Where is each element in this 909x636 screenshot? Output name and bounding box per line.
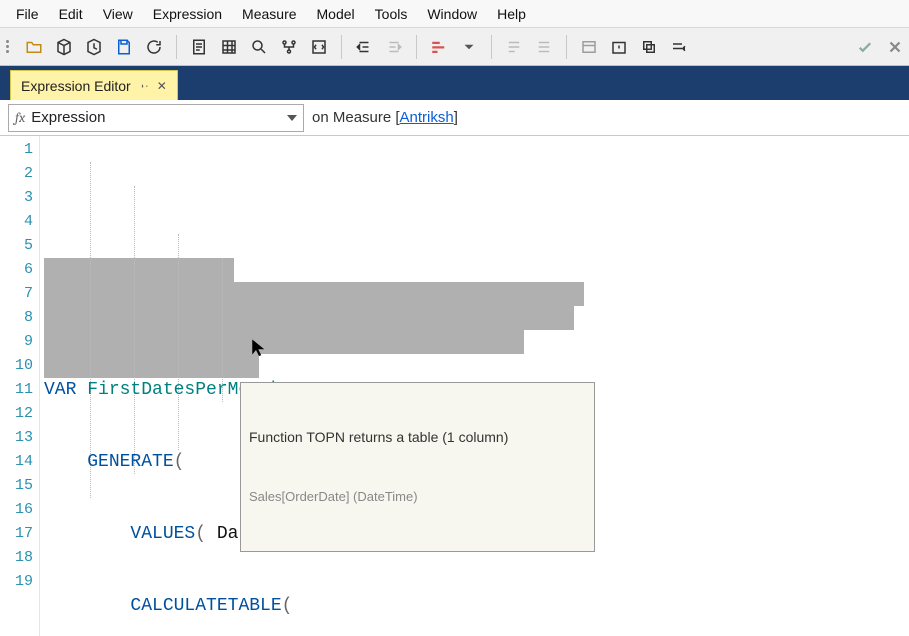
- tab-strip: Expression Editor ✕: [0, 66, 909, 100]
- toolbar-separator: [176, 35, 177, 59]
- context-label: on Measure [Antriksh]: [312, 109, 458, 126]
- menu-edit[interactable]: Edit: [49, 3, 93, 25]
- menu-expression[interactable]: Expression: [143, 3, 232, 25]
- toolbar-separator: [341, 35, 342, 59]
- tooltip-title: Function TOPN returns a table (1 column): [249, 427, 586, 447]
- script-icon[interactable]: [305, 33, 333, 61]
- code-editor[interactable]: 12345 678910 1112131415 16171819 VAR Fir…: [0, 136, 909, 636]
- line-gutter: 12345 678910 1112131415 16171819: [0, 136, 40, 636]
- tab-expression-editor[interactable]: Expression Editor ✕: [10, 70, 178, 100]
- open-folder-icon[interactable]: [20, 33, 48, 61]
- format-icon[interactable]: [425, 33, 453, 61]
- grid-icon[interactable]: [215, 33, 243, 61]
- indent-left-icon[interactable]: [350, 33, 378, 61]
- chevron-down-icon[interactable]: [287, 115, 297, 121]
- refresh-icon[interactable]: [140, 33, 168, 61]
- warning-icon[interactable]: [605, 33, 633, 61]
- panel-icon[interactable]: [575, 33, 603, 61]
- menu-measure[interactable]: Measure: [232, 3, 306, 25]
- cube-icon[interactable]: [50, 33, 78, 61]
- tooltip-detail: Sales[OrderDate] (DateTime): [249, 487, 586, 507]
- property-selector-value: Expression: [31, 109, 287, 126]
- toolbar-separator: [491, 35, 492, 59]
- chevron-down-icon[interactable]: [455, 33, 483, 61]
- menu-bar: File Edit View Expression Measure Model …: [0, 0, 909, 28]
- code-area[interactable]: VAR FirstDatesPerMonth = GENERATE( VALUE…: [40, 136, 909, 636]
- menu-view[interactable]: View: [93, 3, 143, 25]
- menu-help[interactable]: Help: [487, 3, 536, 25]
- toolbar-grip: [6, 34, 14, 60]
- graph-icon[interactable]: [275, 33, 303, 61]
- menu-file[interactable]: File: [6, 3, 49, 25]
- save-icon[interactable]: [110, 33, 138, 61]
- layers-icon[interactable]: [635, 33, 663, 61]
- check-icon[interactable]: [851, 33, 879, 61]
- menu-model[interactable]: Model: [307, 3, 365, 25]
- comment-icon[interactable]: [500, 33, 528, 61]
- indent-right-icon[interactable]: [380, 33, 408, 61]
- context-bar: fx Expression on Measure [Antriksh]: [0, 100, 909, 136]
- intellisense-tooltip: Function TOPN returns a table (1 column)…: [240, 382, 595, 552]
- property-selector[interactable]: fx Expression: [8, 104, 304, 132]
- pin-icon[interactable]: [139, 79, 149, 93]
- mouse-cursor-icon: [250, 336, 268, 358]
- tab-close-icon[interactable]: ✕: [157, 79, 167, 93]
- tab-title: Expression Editor: [21, 78, 131, 94]
- page-icon[interactable]: [185, 33, 213, 61]
- menu-window[interactable]: Window: [417, 3, 487, 25]
- settings-dropdown-icon[interactable]: [665, 33, 693, 61]
- measure-link[interactable]: Antriksh: [400, 109, 454, 126]
- toolbar: [0, 28, 909, 66]
- search-icon[interactable]: [245, 33, 273, 61]
- cube-arrow-icon[interactable]: [80, 33, 108, 61]
- close-icon[interactable]: [881, 33, 909, 61]
- toolbar-separator: [416, 35, 417, 59]
- toolbar-separator: [566, 35, 567, 59]
- menu-tools[interactable]: Tools: [365, 3, 418, 25]
- fx-icon: fx: [15, 109, 25, 126]
- uncomment-icon[interactable]: [530, 33, 558, 61]
